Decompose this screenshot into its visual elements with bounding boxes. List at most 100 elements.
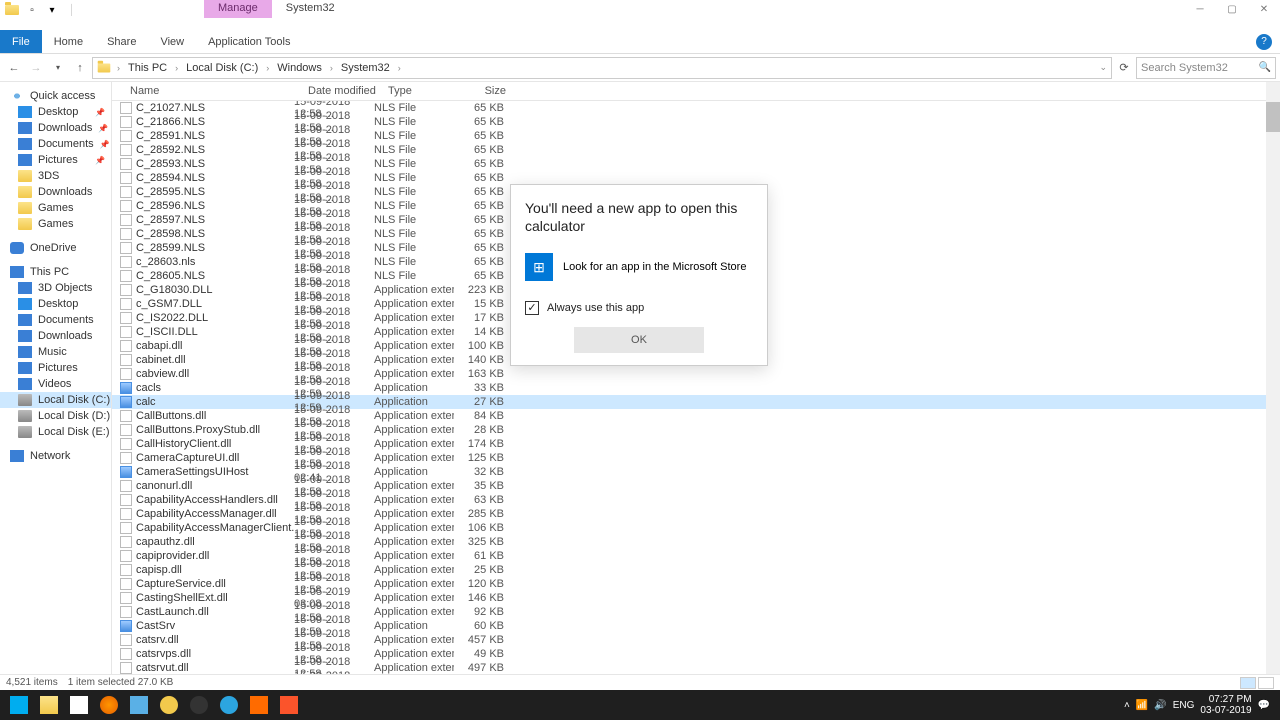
file-row[interactable]: C_28594.NLS15-09-2018 12:58 ...NLS File6…: [112, 171, 1280, 185]
file-row[interactable]: C_28591.NLS15-09-2018 12:58 ...NLS File6…: [112, 129, 1280, 143]
file-row[interactable]: capisp.dll15-09-2018 12:58 ...Applicatio…: [112, 563, 1280, 577]
sidebar-onedrive[interactable]: OneDrive: [0, 240, 111, 256]
sidebar-network[interactable]: Network: [0, 448, 111, 464]
back-button[interactable]: ←: [4, 58, 24, 78]
maximize-button[interactable]: ▢: [1216, 0, 1248, 18]
file-row[interactable]: C_28592.NLS15-09-2018 12:58 ...NLS File6…: [112, 143, 1280, 157]
sidebar-item[interactable]: Videos: [0, 376, 111, 392]
file-row[interactable]: CapabilityAccessManagerClient.dll15-09-2…: [112, 521, 1280, 535]
sidebar-item[interactable]: Downloads: [0, 184, 111, 200]
file-row[interactable]: catsrvut.dll15-09-2018 12:58 ...Applicat…: [112, 661, 1280, 674]
file-row[interactable]: canonurl.dll15-09-2018 12:58 ...Applicat…: [112, 479, 1280, 493]
sidebar-item[interactable]: Local Disk (D:): [0, 408, 111, 424]
application-tools-tab[interactable]: Application Tools: [196, 30, 302, 53]
file-row[interactable]: CastLaunch.dll15-09-2018 12:58 ...Applic…: [112, 605, 1280, 619]
tray-language[interactable]: ENG: [1173, 700, 1195, 711]
home-tab[interactable]: Home: [42, 30, 95, 53]
file-row[interactable]: capauthz.dll15-09-2018 12:58 ...Applicat…: [112, 535, 1280, 549]
store-option[interactable]: ⊞ Look for an app in the Microsoft Store: [525, 249, 753, 295]
search-input[interactable]: Search System32 🔍: [1136, 57, 1276, 79]
file-row[interactable]: cacls15-09-2018 12:59 ...Application33 K…: [112, 381, 1280, 395]
refresh-button[interactable]: ⟳: [1114, 58, 1134, 78]
tray-chevron-icon[interactable]: ˄: [1124, 700, 1130, 711]
chevron-right-icon[interactable]: ›: [396, 63, 403, 73]
column-headers[interactable]: Name Date modified Type Size: [112, 82, 1280, 101]
breadcrumb[interactable]: System32: [339, 62, 392, 74]
taskbar-app[interactable]: [154, 690, 184, 720]
view-tab[interactable]: View: [148, 30, 196, 53]
taskbar-app[interactable]: [124, 690, 154, 720]
sidebar-item[interactable]: Desktop📌: [0, 104, 111, 120]
file-row[interactable]: capiprovider.dll15-09-2018 12:58 ...Appl…: [112, 549, 1280, 563]
sidebar-item[interactable]: Games: [0, 200, 111, 216]
scrollbar-track[interactable]: [1266, 82, 1280, 674]
qat-save-icon[interactable]: ▫: [24, 2, 40, 18]
file-row[interactable]: C_21866.NLS15-09-2018 12:58 ...NLS File6…: [112, 115, 1280, 129]
sidebar-item[interactable]: Downloads📌: [0, 120, 111, 136]
breadcrumb[interactable]: Windows: [275, 62, 324, 74]
column-type[interactable]: Type: [382, 85, 462, 97]
file-row[interactable]: CallButtons.dll15-09-2018 12:58 ...Appli…: [112, 409, 1280, 423]
file-row[interactable]: CaptureService.dll15-09-2018 12:58 ...Ap…: [112, 577, 1280, 591]
address-dropdown-icon[interactable]: ⌄: [1099, 62, 1107, 73]
ok-button[interactable]: OK: [574, 327, 704, 353]
address-bar[interactable]: › This PC › Local Disk (C:) › Windows › …: [92, 57, 1112, 79]
recent-button[interactable]: ▾: [48, 58, 68, 78]
scrollbar-thumb[interactable]: [1266, 102, 1280, 132]
sidebar-item[interactable]: Music: [0, 344, 111, 360]
qat-dropdown-icon[interactable]: ▾: [44, 2, 60, 18]
breadcrumb[interactable]: Local Disk (C:): [184, 62, 260, 74]
chevron-right-icon[interactable]: ›: [328, 63, 335, 73]
share-tab[interactable]: Share: [95, 30, 148, 53]
sidebar-item[interactable]: 3DS: [0, 168, 111, 184]
sidebar-item[interactable]: Documents: [0, 312, 111, 328]
help-icon[interactable]: ?: [1256, 34, 1272, 50]
taskbar-app[interactable]: [184, 690, 214, 720]
taskbar-app[interactable]: [244, 690, 274, 720]
taskbar-firefox[interactable]: [94, 690, 124, 720]
column-date[interactable]: Date modified: [302, 85, 382, 97]
file-row[interactable]: CameraCaptureUI.dll15-09-2018 12:58 ...A…: [112, 451, 1280, 465]
taskbar-brave[interactable]: [274, 690, 304, 720]
notifications-icon[interactable]: 💬: [1258, 700, 1270, 711]
file-tab[interactable]: File: [0, 30, 42, 53]
forward-button[interactable]: →: [26, 58, 46, 78]
file-row[interactable]: C_21027.NLS15-09-2018 12:58 ...NLS File6…: [112, 101, 1280, 115]
chevron-right-icon[interactable]: ›: [264, 63, 271, 73]
details-view-button[interactable]: [1240, 677, 1256, 689]
file-row[interactable]: CapabilityAccessManager.dll15-09-2018 12…: [112, 507, 1280, 521]
sidebar-item[interactable]: Desktop: [0, 296, 111, 312]
breadcrumb[interactable]: This PC: [126, 62, 169, 74]
thumb-view-button[interactable]: [1258, 677, 1274, 689]
file-row[interactable]: CameraSettingsUIHost15-09-2018 02:41 ...…: [112, 465, 1280, 479]
file-row[interactable]: catsrv.dll15-09-2018 12:58 ...Applicatio…: [112, 633, 1280, 647]
sidebar-item[interactable]: Pictures: [0, 360, 111, 376]
always-use-checkbox[interactable]: ✓ Always use this app: [525, 301, 753, 315]
chevron-right-icon[interactable]: ›: [173, 63, 180, 73]
sidebar-item[interactable]: Games: [0, 216, 111, 232]
start-button[interactable]: [4, 690, 34, 720]
tray-network-icon[interactable]: 📶: [1136, 700, 1148, 711]
file-row[interactable]: CastSrv15-09-2018 12:59 ...Application60…: [112, 619, 1280, 633]
file-row[interactable]: calc15-09-2018 12:59 ...Application27 KB: [112, 395, 1280, 409]
taskbar-telegram[interactable]: [214, 690, 244, 720]
close-button[interactable]: ✕: [1248, 0, 1280, 18]
tray-volume-icon[interactable]: 🔊: [1154, 700, 1166, 711]
taskbar[interactable]: ˄ 📶 🔊 ENG 07:27 PM 03-07-2019 💬: [0, 690, 1280, 720]
sidebar-item[interactable]: Local Disk (C:): [0, 392, 111, 408]
file-row[interactable]: CallButtons.ProxyStub.dll15-09-2018 12:5…: [112, 423, 1280, 437]
sidebar-item[interactable]: Local Disk (E:): [0, 424, 111, 440]
tray-clock[interactable]: 07:27 PM 03-07-2019: [1200, 694, 1251, 716]
up-button[interactable]: ↑: [70, 58, 90, 78]
sidebar-item[interactable]: Downloads: [0, 328, 111, 344]
column-size[interactable]: Size: [462, 85, 512, 97]
file-row[interactable]: CastingShellExt.dll15-05-2019 03:08 ...A…: [112, 591, 1280, 605]
column-name[interactable]: Name: [124, 85, 302, 97]
sidebar-quick-access[interactable]: Quick access: [0, 88, 111, 104]
file-row[interactable]: cabview.dll15-09-2018 12:58 ...Applicati…: [112, 367, 1280, 381]
minimize-button[interactable]: ─: [1184, 0, 1216, 18]
manage-tab[interactable]: Manage: [204, 0, 272, 18]
taskbar-mail[interactable]: [64, 690, 94, 720]
file-row[interactable]: CallHistoryClient.dll15-09-2018 12:58 ..…: [112, 437, 1280, 451]
navigation-pane[interactable]: Quick access Desktop📌Downloads📌 Documents…: [0, 82, 112, 674]
